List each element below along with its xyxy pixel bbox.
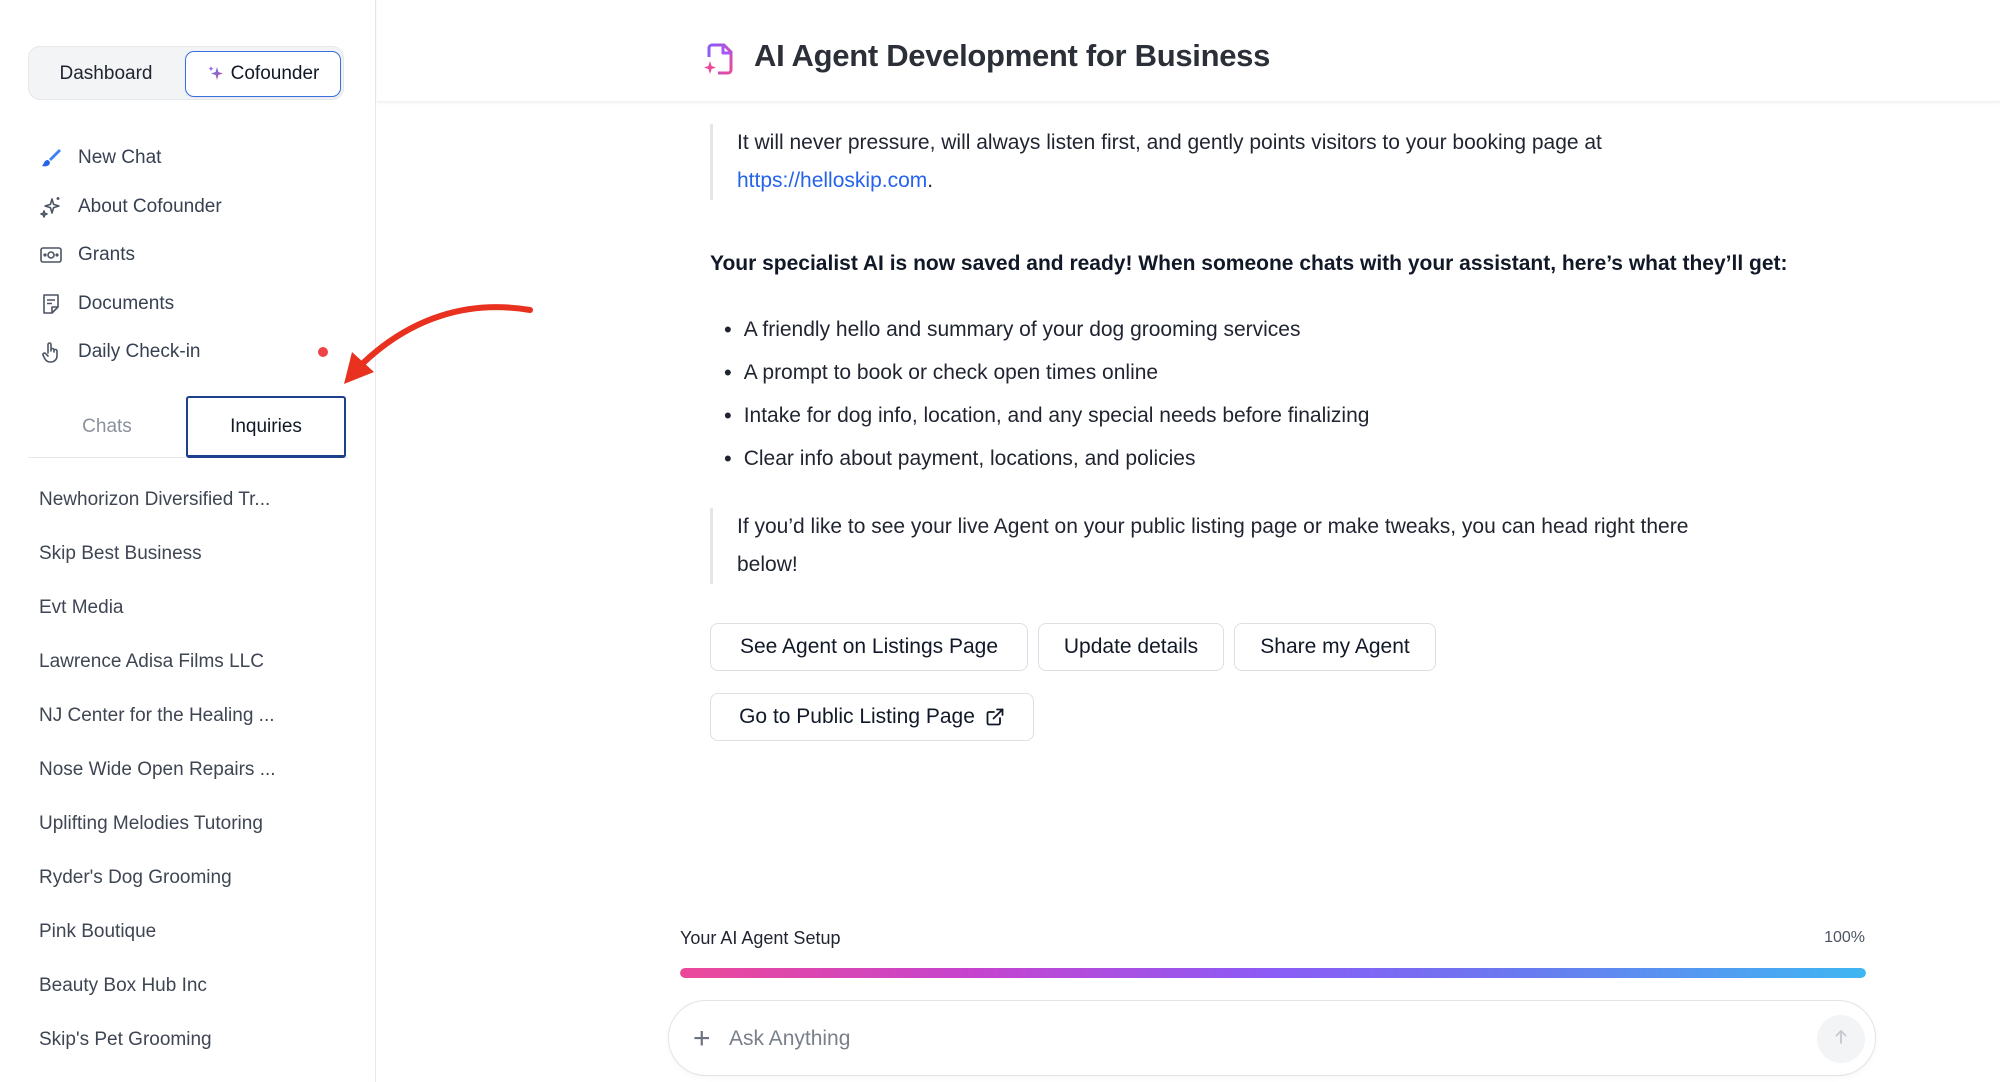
inquiries-list: Newhorizon Diversified Tr... Skip Best B… (39, 473, 339, 1067)
document-sparkle-icon (702, 42, 736, 78)
tab-chats[interactable]: Chats (28, 396, 186, 458)
sidebar-item-about-cofounder[interactable]: About Cofounder (38, 183, 348, 232)
quote-block: If you’d like to see your live Agent on … (710, 508, 1830, 584)
setup-label: Your AI Agent Setup (680, 928, 841, 948)
list-item[interactable]: Uplifting Melodies Tutoring (39, 797, 339, 851)
sidebar-item-label: Grants (78, 244, 136, 266)
setup-percent: 100% (1824, 929, 1865, 946)
features-list: A friendly hello and summary of your dog… (724, 308, 1370, 480)
see-agent-button[interactable]: See Agent on Listings Page (710, 623, 1028, 671)
dashboard-label: Dashboard (59, 63, 153, 84)
sparkle-icon (207, 65, 225, 83)
ask-input[interactable] (729, 1019, 1769, 1059)
button-label: Share my Agent (1260, 635, 1410, 658)
sparkles-icon (38, 194, 64, 220)
page-title: AI Agent Development for Business (754, 38, 1271, 73)
cofounder-label: Cofounder (230, 63, 320, 84)
brush-icon (38, 145, 64, 171)
app-window: Dashboard Cofounder New Chat About Cofou… (0, 0, 2000, 1082)
list-item[interactable]: Lawrence Adisa Films LLC (39, 635, 339, 689)
list-item: A prompt to book or check open times onl… (724, 351, 1369, 394)
sidebar-item-documents[interactable]: Documents (38, 280, 348, 329)
share-agent-button[interactable]: Share my Agent (1234, 623, 1436, 671)
sidebar: Dashboard Cofounder New Chat About Cofou… (0, 0, 376, 1082)
hand-pointer-icon (38, 339, 64, 365)
list-item[interactable]: Pink Boutique (39, 905, 339, 959)
quote-text: It will never pressure, will always list… (737, 131, 1602, 154)
money-icon (38, 242, 64, 268)
sidebar-item-label: New Chat (78, 147, 162, 169)
sidebar-item-label: About Cofounder (78, 195, 222, 217)
plus-icon[interactable]: + (693, 1024, 719, 1054)
list-item: A friendly hello and summary of your dog… (724, 308, 1369, 351)
helloskip-link[interactable]: https://helloskip.com (737, 169, 927, 192)
list-item[interactable]: Skip's Pet Grooming (39, 1013, 339, 1067)
sidebar-item-label: Daily Check-in (78, 341, 201, 363)
list-item: Clear info about payment, locations, and… (724, 437, 1369, 480)
arrow-up-icon (1832, 1028, 1850, 1051)
external-link-icon (985, 707, 1005, 727)
composer: + (668, 1000, 1876, 1076)
cofounder-button[interactable]: Cofounder (185, 51, 341, 97)
sidebar-item-new-chat[interactable]: New Chat (38, 134, 348, 183)
list-item[interactable]: Newhorizon Diversified Tr... (39, 473, 339, 527)
list-item[interactable]: Nose Wide Open Repairs ... (39, 743, 339, 797)
list-item: Intake for dog info, location, and any s… (724, 394, 1370, 437)
quote-period: . (927, 169, 934, 192)
update-details-button[interactable]: Update details (1038, 623, 1224, 671)
list-item[interactable]: Evt Media (39, 581, 339, 635)
button-label: Go to Public Listing Page (739, 705, 975, 728)
button-label: Update details (1063, 635, 1199, 658)
mode-switch: Dashboard Cofounder (28, 46, 344, 100)
quote-block: It will never pressure, will always list… (710, 124, 1830, 200)
send-button[interactable] (1817, 1015, 1865, 1063)
document-icon (38, 291, 64, 317)
sidebar-item-label: Documents (78, 292, 175, 314)
list-item[interactable]: NJ Center for the Healing ... (39, 689, 339, 743)
sidebar-tabs: Chats Inquiries (28, 396, 348, 458)
quote-text: below! (737, 553, 798, 576)
setup-progress-bar (680, 968, 1866, 978)
list-item[interactable]: Beauty Box Hub Inc (39, 959, 339, 1013)
public-listing-button[interactable]: Go to Public Listing Page (710, 693, 1034, 741)
dashboard-button[interactable]: Dashboard (33, 51, 179, 97)
annotation-arrow-icon (344, 304, 533, 384)
setup-progress-fill (680, 968, 1866, 978)
sidebar-item-grants[interactable]: Grants (38, 231, 348, 280)
sidebar-item-daily-check-in[interactable]: Daily Check-in (38, 328, 348, 377)
tab-inquiries[interactable]: Inquiries (186, 396, 346, 458)
list-item[interactable]: Ryder's Dog Grooming (39, 851, 339, 905)
summary-heading: Your specialist AI is now saved and read… (710, 252, 1788, 275)
list-item[interactable]: Skip Best Business (39, 527, 339, 581)
button-label: See Agent on Listings Page (739, 635, 999, 658)
quote-text: If you’d like to see your live Agent on … (737, 515, 1689, 538)
sidebar-nav: New Chat About Cofounder Grants Document… (38, 134, 348, 377)
notification-dot (318, 347, 328, 358)
